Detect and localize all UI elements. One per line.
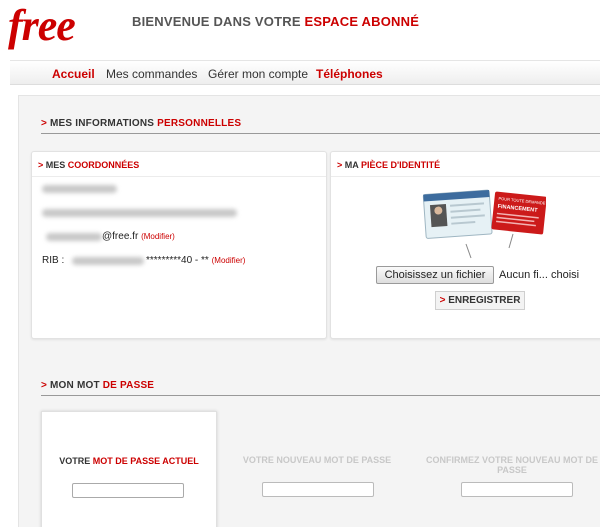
welcome-prefix: BIENVENUE DANS VOTRE: [132, 14, 305, 29]
id-card-illustration: POUR TOUTE DEMANDE DE FINANCEMENT: [422, 189, 546, 259]
welcome-banner: BIENVENUE DANS VOTRE ESPACE ABONNÉ: [132, 14, 419, 29]
choose-file-button[interactable]: Choisissez un fichier: [376, 266, 494, 284]
id-card-icon: [422, 189, 493, 239]
file-status-text: Aucun fi... choisi: [499, 269, 580, 281]
nav-accueil[interactable]: Accueil: [52, 67, 95, 81]
coordonnees-title: > MES COORDONNÉES: [38, 160, 140, 170]
new-password-label: VOTRE NOUVEAU MOT DE PASSE: [242, 455, 392, 465]
rib-label: RIB :: [42, 255, 65, 266]
free-logo[interactable]: free: [8, 0, 76, 51]
identite-divider: [331, 176, 600, 177]
coordonnees-panel: > MES COORDONNÉES @free.fr (Modifier) RI…: [31, 151, 327, 339]
blurred-address: [42, 209, 237, 217]
welcome-highlight: ESPACE ABONNÉ: [304, 14, 420, 29]
blurred-email-user: [46, 233, 102, 241]
current-password-panel: VOTRE MOT DE PASSE ACTUEL: [41, 411, 217, 527]
identite-title: > MA PIÈCE D'IDENTITÉ: [337, 160, 441, 170]
password-section-title: > MON MOT DE PASSE: [41, 380, 155, 391]
rib-masked: *********40 - **: [146, 255, 209, 266]
email-domain: @free.fr: [102, 231, 139, 242]
new-password-input[interactable]: [262, 482, 374, 497]
content-area: > MES INFORMATIONS PERSONNELLES > MES CO…: [18, 95, 600, 527]
financement-tag-icon: POUR TOUTE DEMANDE DE FINANCEMENT: [491, 191, 546, 235]
save-button[interactable]: > ENREGISTRER: [435, 291, 525, 310]
current-password-label: VOTRE MOT DE PASSE ACTUEL: [59, 456, 199, 466]
modify-email-link[interactable]: (Modifier): [141, 232, 175, 241]
current-password-input[interactable]: [72, 483, 184, 498]
confirm-password-label: CONFIRMEZ VOTRE NOUVEAU MOT DE PASSE: [425, 455, 598, 475]
identite-panel: > MA PIÈCE D'IDENTITÉ POUR TOUTE DEMANDE…: [330, 151, 600, 339]
rib-line: *********40 - ** (Modifier): [146, 255, 245, 266]
confirm-password-panel: CONFIRMEZ VOTRE NOUVEAU MOT DE PASSE: [415, 411, 600, 527]
nav-gerer-compte[interactable]: Gérer mon compte: [208, 67, 308, 81]
info-section-divider: [41, 133, 600, 134]
nav-telephones[interactable]: Téléphones: [316, 67, 383, 81]
coordonnees-divider: [32, 176, 326, 177]
info-section-title: > MES INFORMATIONS PERSONNELLES: [41, 118, 242, 129]
blurred-rib: [72, 257, 144, 265]
email-line: @free.fr (Modifier): [102, 231, 175, 242]
main-nav: Accueil Mes commandes Gérer mon compte T…: [10, 60, 600, 85]
password-section-divider: [41, 395, 600, 396]
nav-mes-commandes[interactable]: Mes commandes: [106, 67, 197, 81]
modify-rib-link[interactable]: (Modifier): [212, 256, 246, 265]
page-header: free BIENVENUE DANS VOTRE ESPACE ABONNÉ: [0, 0, 600, 50]
new-password-panel: VOTRE NOUVEAU MOT DE PASSE: [219, 411, 415, 527]
blurred-name: [42, 185, 117, 193]
confirm-password-input[interactable]: [461, 482, 573, 497]
